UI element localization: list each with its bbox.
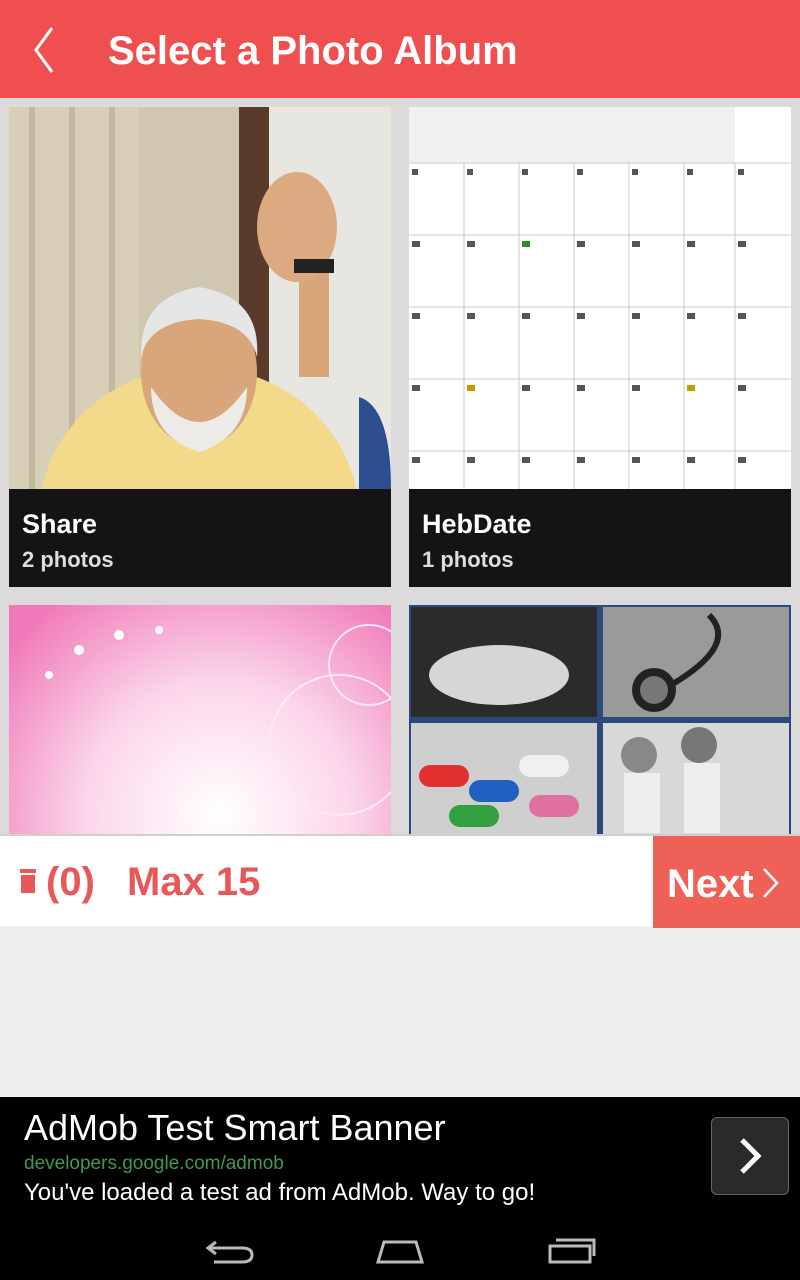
album-thumbnail [409, 605, 791, 834]
selection-bar: (0) Max 15 Next [0, 834, 800, 928]
nav-home-icon[interactable] [370, 1234, 430, 1266]
album-photo-count: 1 photos [422, 547, 514, 572]
nav-back-icon[interactable] [200, 1234, 260, 1266]
ad-title: AdMob Test Smart Banner [24, 1107, 446, 1148]
album-thumbnail [9, 605, 391, 834]
ad-url: developers.google.com/admob [24, 1153, 284, 1174]
system-nav-bar [0, 1220, 800, 1280]
album-pink[interactable] [9, 605, 391, 834]
album-share[interactable]: Share 2 photos [9, 107, 391, 587]
album-hebdate[interactable]: HebDate 1 photos [409, 107, 791, 587]
ad-banner[interactable]: AdMob Test Smart Banner developers.googl… [0, 1097, 800, 1220]
album-caption: Share 2 photos [9, 489, 391, 587]
album-medical[interactable] [409, 605, 791, 834]
ad-open-button[interactable] [711, 1117, 789, 1195]
trash-icon[interactable] [18, 869, 38, 893]
back-button[interactable] [22, 20, 72, 80]
album-thumbnail [409, 107, 791, 489]
app-header: Select a Photo Album [0, 0, 800, 98]
next-button[interactable]: Next [653, 836, 800, 928]
ad-body: You've loaded a test ad from AdMob. Way … [24, 1179, 536, 1206]
page-title: Select a Photo Album [108, 29, 518, 73]
album-grid[interactable]: Share 2 photos HebDate 1 photos [0, 98, 800, 834]
album-thumbnail [9, 107, 391, 489]
album-name: Share [22, 509, 98, 539]
next-chevron-icon [763, 868, 779, 898]
next-button-label: Next [667, 862, 754, 906]
album-photo-count: 2 photos [22, 547, 114, 572]
max-selection-label: Max 15 [127, 860, 261, 904]
selected-count: (0) [46, 860, 95, 904]
back-chevron-icon [34, 27, 54, 73]
album-caption: HebDate 1 photos [409, 489, 791, 587]
ad-arrow-icon [740, 1138, 762, 1174]
nav-recents-icon[interactable] [542, 1234, 602, 1266]
album-name: HebDate [422, 509, 532, 539]
